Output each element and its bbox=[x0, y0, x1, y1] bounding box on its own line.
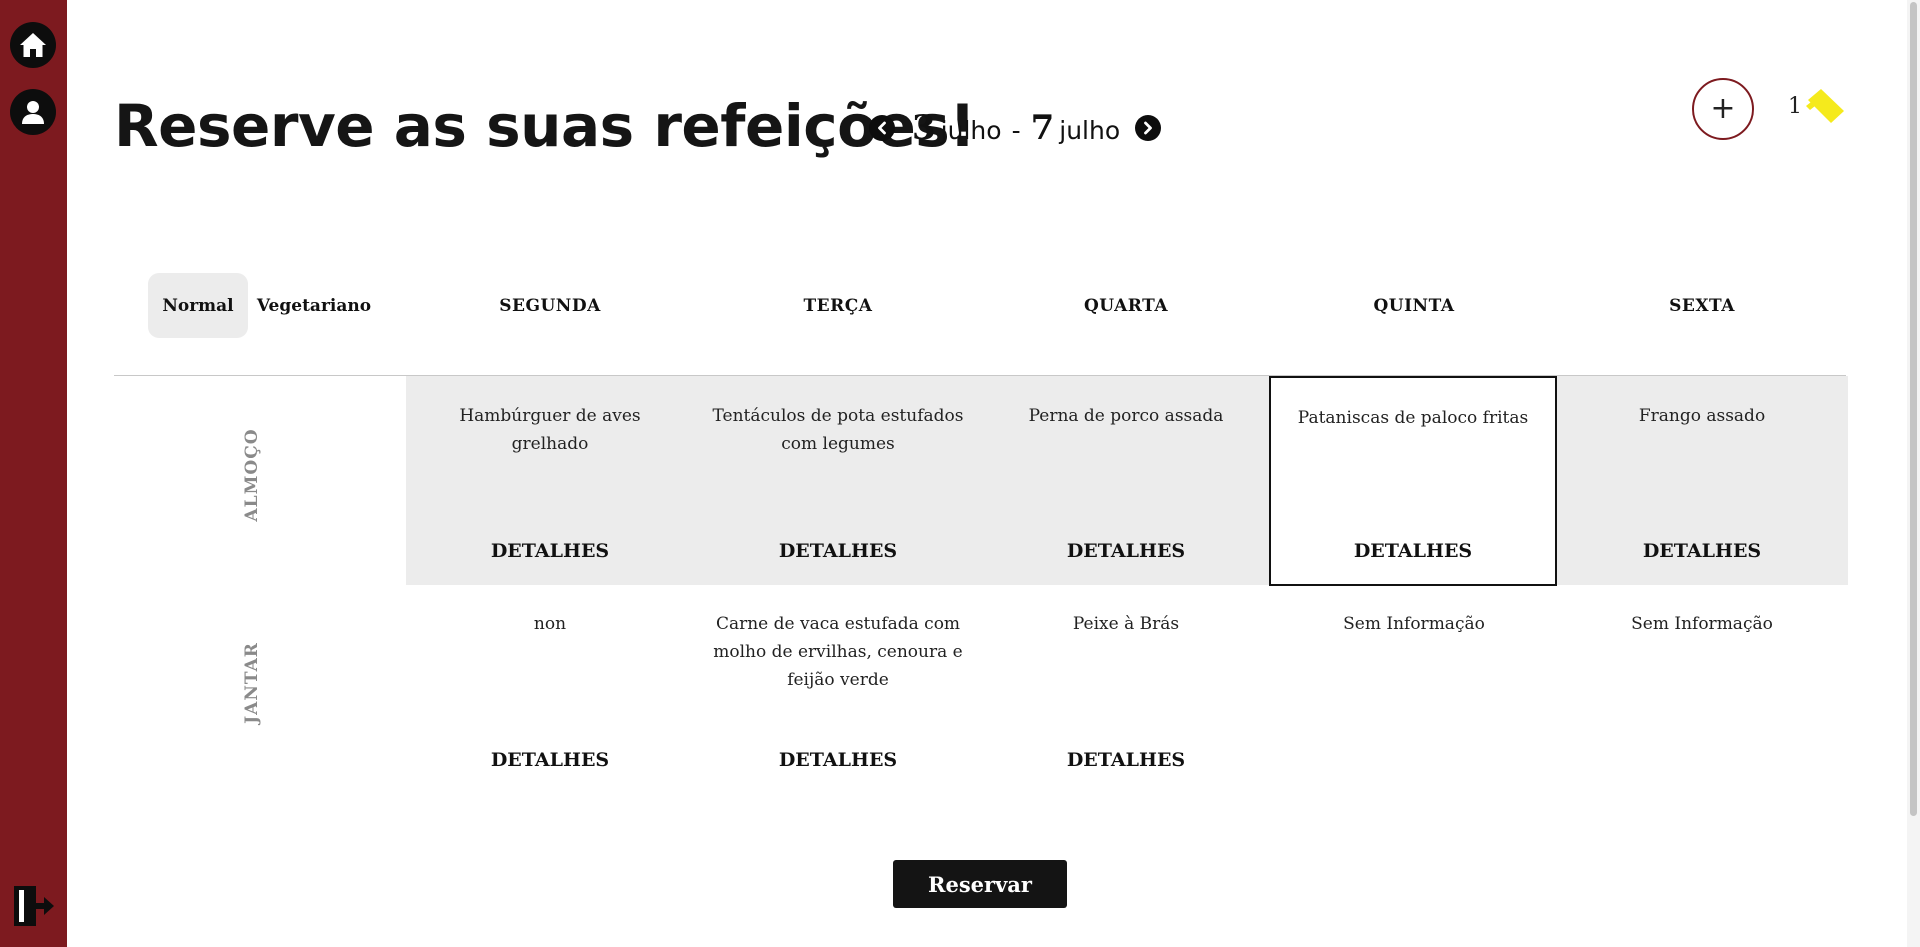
day-header-segunda: SEGUNDA bbox=[499, 296, 601, 316]
details-link[interactable]: DETALHES bbox=[982, 749, 1270, 771]
home-button[interactable] bbox=[10, 22, 56, 68]
logout-button[interactable] bbox=[10, 884, 56, 928]
week-start-month: julho bbox=[940, 116, 1002, 145]
next-week-button[interactable] bbox=[1135, 115, 1162, 141]
meal-name: Frango assado bbox=[1638, 406, 1766, 426]
details-link[interactable]: DETALHES bbox=[1558, 540, 1846, 562]
meal-name: Perna de porco assada bbox=[1028, 406, 1224, 426]
scrollbar-thumb[interactable] bbox=[1910, 2, 1917, 816]
meal-name: Pataniscas de paloco fritas bbox=[1297, 408, 1529, 428]
tab-vegetariano[interactable]: Vegetariano bbox=[248, 273, 380, 338]
meal-cell-almoco-terca[interactable]: Tentáculos de pota estufados com legumes… bbox=[694, 376, 982, 585]
details-link[interactable]: DETALHES bbox=[694, 540, 982, 562]
meal-name: Sem Informação bbox=[1343, 614, 1485, 634]
meal-cell-almoco-sexta[interactable]: Frango assado DETALHES bbox=[1558, 376, 1846, 585]
details-link[interactable]: DETALHES bbox=[406, 749, 694, 771]
meal-cell-jantar-segunda[interactable]: non DETALHES bbox=[406, 586, 694, 795]
page-title: Reserve as suas refeições! bbox=[114, 92, 976, 160]
meal-name: Hambúrguer de aves grelhado bbox=[459, 406, 641, 454]
details-link[interactable]: DETALHES bbox=[982, 540, 1270, 562]
logout-icon bbox=[14, 886, 54, 926]
meal-name: non bbox=[533, 614, 567, 634]
meal-name: Tentáculos de pota estufados com legumes bbox=[712, 406, 964, 454]
meal-name: Peixe à Brás bbox=[1072, 614, 1180, 634]
meal-cell-jantar-quinta: Sem Informação bbox=[1270, 586, 1558, 795]
profile-button[interactable] bbox=[10, 89, 56, 135]
week-end-day: 7 bbox=[1030, 108, 1055, 148]
week-navigation: 3 julho - 7 julho bbox=[869, 106, 1162, 150]
sidebar bbox=[0, 0, 67, 947]
ticket-icon bbox=[1806, 89, 1844, 123]
meal-name: Sem Informação bbox=[1631, 614, 1773, 634]
meal-cell-almoco-quarta[interactable]: Perna de porco assada DETALHES bbox=[982, 376, 1270, 585]
scrollbar[interactable] bbox=[1907, 0, 1920, 947]
add-button[interactable]: + bbox=[1692, 78, 1754, 140]
day-header-quarta: QUARTA bbox=[1083, 296, 1169, 316]
details-link[interactable]: DETALHES bbox=[694, 749, 982, 771]
day-header-quinta: QUINTA bbox=[1373, 296, 1455, 316]
meal-cell-jantar-terca[interactable]: Carne de vaca estufada com molho de ervi… bbox=[694, 586, 982, 795]
chevron-left-icon bbox=[878, 121, 886, 135]
week-range: 3 julho - 7 julho bbox=[912, 108, 1120, 148]
meal-cell-almoco-quinta[interactable]: Pataniscas de paloco fritas DETALHES bbox=[1269, 376, 1557, 586]
details-link[interactable]: DETALHES bbox=[1271, 540, 1555, 562]
row-label-almoco: ALMOÇO bbox=[242, 428, 262, 522]
chevron-right-icon bbox=[1144, 121, 1153, 135]
previous-week-button[interactable] bbox=[869, 115, 895, 141]
user-icon bbox=[22, 101, 44, 124]
details-link[interactable]: DETALHES bbox=[406, 540, 694, 562]
tab-normal[interactable]: Normal bbox=[148, 273, 248, 338]
meal-cell-almoco-segunda[interactable]: Hambúrguer de aves grelhado DETALHES bbox=[406, 376, 694, 585]
meal-cell-jantar-quarta[interactable]: Peixe à Brás DETALHES bbox=[982, 586, 1270, 795]
reserve-button[interactable]: Reservar bbox=[893, 860, 1067, 908]
meal-name: Carne de vaca estufada com molho de ervi… bbox=[713, 614, 963, 690]
home-icon bbox=[20, 33, 46, 57]
menu-type-tabs: Normal Vegetariano bbox=[148, 273, 380, 338]
week-start-day: 3 bbox=[912, 108, 936, 148]
day-header-sexta: SEXTA bbox=[1669, 296, 1735, 316]
day-header-terca: TERÇA bbox=[803, 296, 873, 316]
ticket-count: 1 bbox=[1788, 94, 1802, 119]
meal-cell-jantar-sexta: Sem Informação bbox=[1558, 586, 1846, 795]
row-label-jantar: JANTAR bbox=[242, 642, 262, 724]
week-separator: - bbox=[1011, 116, 1021, 145]
week-end-month: julho bbox=[1059, 116, 1121, 145]
